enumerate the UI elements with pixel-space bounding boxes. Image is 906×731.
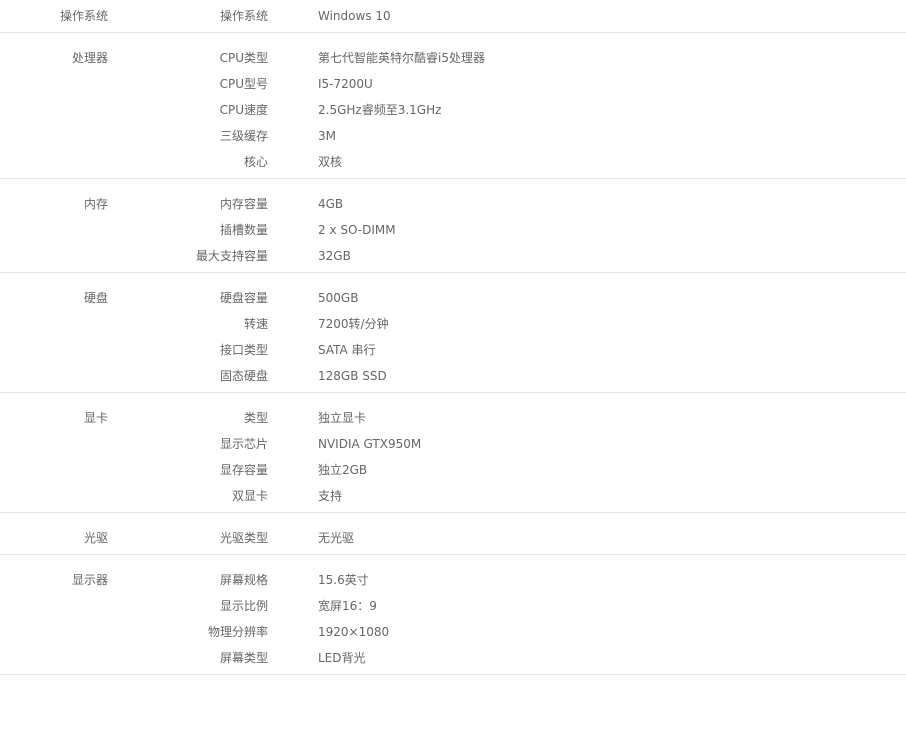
spec-group: 硬盘 硬盘容量 500GB 转速 7200转/分钟 接口类型 SATA 串行 固态硬盘 128G… xyxy=(0,273,906,393)
spec-group: 处理器 CPU类型 第七代智能英特尔酷睿i5处理器 CPU型号 I5-7200U CPU速… xyxy=(0,33,906,179)
spec-row: 硬盘容量 500GB xyxy=(0,290,906,306)
spec-key: 三级缓存 xyxy=(219,129,268,143)
spec-key: 屏幕规格 xyxy=(219,573,268,587)
spec-value: NVIDIA GTX950M xyxy=(318,437,422,451)
spec-key: 最大支持容量 xyxy=(195,249,268,263)
spec-value: 7200转/分钟 xyxy=(318,317,389,331)
spec-value: I5-7200U xyxy=(318,77,373,91)
spec-value: 32GB xyxy=(318,249,351,263)
spec-row: 操作系统 Windows 10 xyxy=(0,8,906,24)
spec-row: 屏幕规格 15.6英寸 xyxy=(0,572,906,588)
spec-key: 插槽数量 xyxy=(219,223,268,237)
spec-row: 显示比例 宽屏16：9 xyxy=(0,598,906,614)
spec-row: 类型 独立显卡 xyxy=(0,410,906,426)
spec-row: CPU类型 第七代智能英特尔酷睿i5处理器 xyxy=(0,50,906,66)
spec-key: 固态硬盘 xyxy=(219,369,268,383)
spec-value: 2 x SO-DIMM xyxy=(318,223,396,237)
spec-value: 独立2GB xyxy=(318,463,368,477)
spec-row: 最大支持容量 32GB xyxy=(0,248,906,264)
spec-row: 插槽数量 2 x SO-DIMM xyxy=(0,222,906,238)
spec-group: 显卡 类型 独立显卡 显示芯片 NVIDIA GTX950M 显存容量 独立2GB 双显卡 支持 xyxy=(0,393,906,513)
spec-key: 双显卡 xyxy=(231,489,268,503)
spec-row: 内存容量 4GB xyxy=(0,196,906,212)
spec-value: 4GB xyxy=(318,197,344,211)
spec-row: 转速 7200转/分钟 xyxy=(0,316,906,332)
spec-value: Windows 10 xyxy=(318,9,391,23)
spec-key: 光驱类型 xyxy=(219,531,268,545)
spec-row: 接口类型 SATA 串行 xyxy=(0,342,906,358)
spec-group: 操作系统 操作系统 Windows 10 xyxy=(0,0,906,33)
spec-value: 2.5GHz睿频至3.1GHz xyxy=(318,103,442,117)
spec-key: 显示芯片 xyxy=(219,437,268,451)
spec-key: 核心 xyxy=(243,155,268,169)
spec-key: 接口类型 xyxy=(219,343,268,357)
spec-key: CPU型号 xyxy=(219,77,268,91)
spec-value: 1920×1080 xyxy=(318,625,390,639)
spec-row: 三级缓存 3M xyxy=(0,128,906,144)
spec-value: 500GB xyxy=(318,291,359,305)
spec-row: 固态硬盘 128GB SSD xyxy=(0,368,906,384)
spec-key: 转速 xyxy=(243,317,268,331)
spec-value: 第七代智能英特尔酷睿i5处理器 xyxy=(318,51,485,65)
spec-row: CPU速度 2.5GHz睿频至3.1GHz xyxy=(0,102,906,118)
spec-key: CPU速度 xyxy=(219,103,268,117)
spec-row: 显存容量 独立2GB xyxy=(0,462,906,478)
spec-key: 硬盘容量 xyxy=(219,291,268,305)
spec-value: 无光驱 xyxy=(318,531,355,545)
spec-row: 物理分辨率 1920×1080 xyxy=(0,624,906,640)
spec-row: CPU型号 I5-7200U xyxy=(0,76,906,92)
spec-value: LED背光 xyxy=(318,651,366,665)
spec-key: 内存容量 xyxy=(219,197,268,211)
spec-key: 操作系统 xyxy=(219,9,268,23)
spec-value: 双核 xyxy=(318,155,343,169)
spec-group: 内存 内存容量 4GB 插槽数量 2 x SO-DIMM 最大支持容量 32GB xyxy=(0,179,906,273)
spec-row: 核心 双核 xyxy=(0,154,906,170)
spec-value: SATA 串行 xyxy=(318,343,376,357)
spec-key: 类型 xyxy=(243,411,268,425)
spec-key: 物理分辨率 xyxy=(207,625,268,639)
spec-value: 128GB SSD xyxy=(318,369,387,383)
spec-key: 显存容量 xyxy=(219,463,268,477)
spec-row: 双显卡 支持 xyxy=(0,488,906,504)
spec-value: 宽屏16：9 xyxy=(318,599,377,613)
spec-value: 独立显卡 xyxy=(318,411,367,425)
spec-key: 显示比例 xyxy=(219,599,268,613)
spec-value: 15.6英寸 xyxy=(318,573,369,587)
spec-row: 光驱类型 无光驱 xyxy=(0,530,906,546)
spec-value: 3M xyxy=(318,129,336,143)
spec-row: 屏幕类型 LED背光 xyxy=(0,650,906,666)
spec-group: 显示器 屏幕规格 15.6英寸 显示比例 宽屏16：9 物理分辨率 1920×1080 屏幕类… xyxy=(0,555,906,675)
spec-group: 光驱 光驱类型 无光驱 xyxy=(0,513,906,555)
spec-value: 支持 xyxy=(318,489,343,503)
spec-row: 显示芯片 NVIDIA GTX950M xyxy=(0,436,906,452)
spec-key: CPU类型 xyxy=(219,51,268,65)
spec-key: 屏幕类型 xyxy=(219,651,268,665)
